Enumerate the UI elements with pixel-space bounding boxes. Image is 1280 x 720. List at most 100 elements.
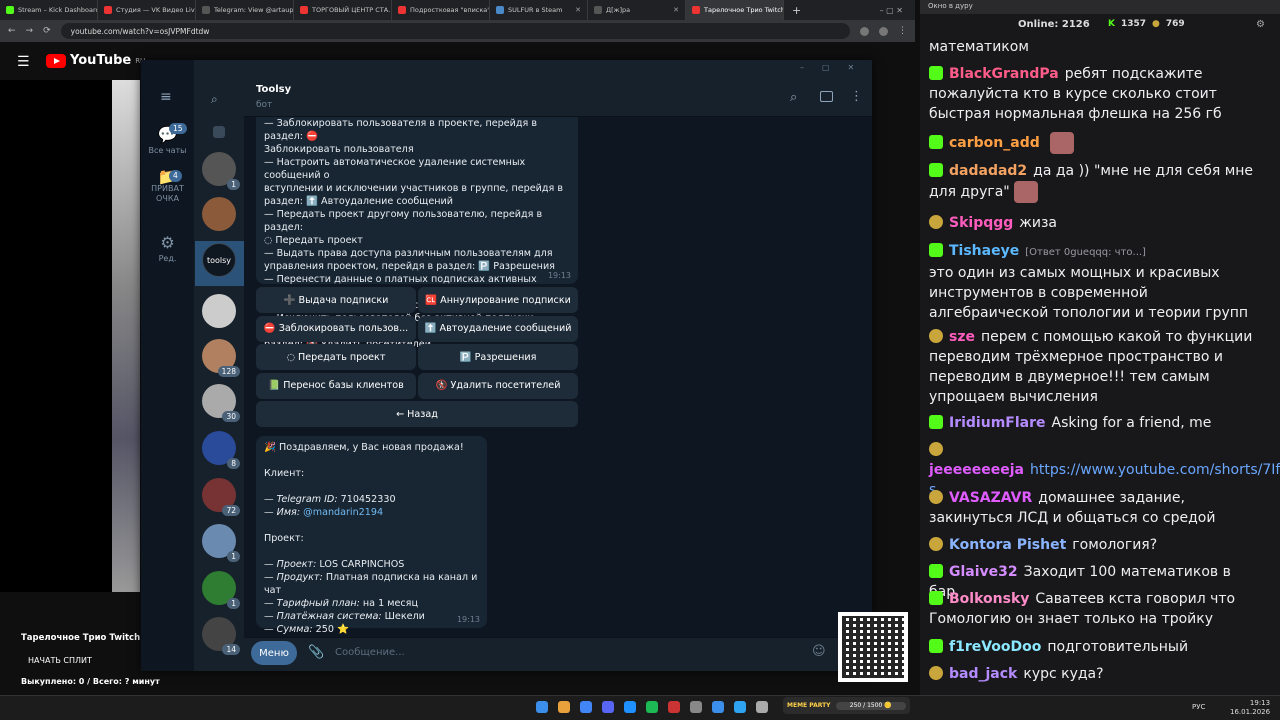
- taskbar-app-icon[interactable]: [536, 701, 548, 713]
- keyboard-button[interactable]: 🚷 Удалить посетителей: [418, 372, 578, 399]
- taskbar-app-icon[interactable]: [712, 701, 724, 713]
- message-line: — Выдать права доступа различным пользов…: [264, 248, 553, 259]
- settings-icon[interactable]: ⚙: [1256, 19, 1265, 30]
- close-icon[interactable]: ✕: [575, 6, 581, 14]
- taskbar-app-icon[interactable]: [690, 701, 702, 713]
- chat-username[interactable]: BlackGrandPa: [949, 66, 1059, 82]
- window-controls[interactable]: – ▢ ✕: [880, 6, 915, 15]
- bot-menu-button[interactable]: Меню: [251, 641, 297, 665]
- keyboard-button[interactable]: ➕ Выдача подписки: [256, 287, 416, 313]
- chat-username[interactable]: jeeeeeeeeja: [929, 462, 1024, 478]
- new-tab-button[interactable]: +: [784, 4, 809, 17]
- language-indicator[interactable]: РУС: [1192, 703, 1205, 711]
- chat-message: VASAZAVR домашнее задание, закинуться ЛСД…: [929, 488, 1261, 528]
- taskbar-app-icon[interactable]: [602, 701, 614, 713]
- folder-private[interactable]: 📁 4 ПРИВАТ ОЧКА: [141, 169, 194, 204]
- more-icon[interactable]: ⋮: [850, 89, 863, 104]
- taskbar-app-icon[interactable]: [558, 701, 570, 713]
- browser-tab[interactable]: SULFUR в Steam ✕: [490, 0, 588, 20]
- search-icon[interactable]: ⌕: [790, 90, 797, 105]
- chat-avatar[interactable]: 72: [202, 478, 240, 516]
- chat-title[interactable]: Toolsy: [256, 84, 291, 95]
- emoji-icon[interactable]: ☺: [812, 644, 826, 659]
- search-icon[interactable]: ⌕: [211, 92, 218, 107]
- window-controls[interactable]: –▢✕: [800, 63, 872, 72]
- chat-username[interactable]: Kontora Pishet: [949, 537, 1066, 553]
- chat-message: Skipqgg жиза: [929, 213, 1261, 233]
- kick-icon: K: [1108, 19, 1115, 29]
- keyboard-button[interactable]: 🆑 Аннулирование подписки: [418, 287, 578, 313]
- chat-username[interactable]: Skipqgg: [949, 215, 1013, 231]
- chat-avatar[interactable]: [202, 294, 236, 328]
- chat-username[interactable]: sze: [949, 329, 975, 345]
- hamburger-icon[interactable]: ≡: [160, 89, 172, 105]
- chat-avatar[interactable]: 8: [202, 431, 240, 469]
- chat-avatar[interactable]: 1: [202, 152, 240, 190]
- taskbar-app-icon[interactable]: [646, 701, 658, 713]
- chat-username[interactable]: VASAZAVR: [949, 490, 1032, 506]
- tab-favicon-icon: [692, 6, 700, 14]
- keyboard-button[interactable]: 🅿️ Разрешения: [418, 344, 578, 370]
- chat-username[interactable]: bad_jack: [949, 666, 1017, 682]
- tab-title: Студия — VK Видео Live: [116, 6, 196, 14]
- taskbar-app-icon[interactable]: [580, 701, 592, 713]
- taskbar-app-icon[interactable]: [756, 701, 768, 713]
- taskbar-app-icon[interactable]: [624, 701, 636, 713]
- menu-dots-icon[interactable]: ⋮: [898, 26, 907, 36]
- browser-tab[interactable]: Stream – Kick Dashboard✕: [0, 0, 98, 20]
- username-link[interactable]: @mandarin2194: [303, 507, 383, 518]
- chat-username[interactable]: f1reVooDoo: [949, 639, 1041, 655]
- chat-avatar[interactable]: 14: [202, 617, 240, 655]
- attach-icon[interactable]: 📎: [308, 645, 324, 660]
- chat-username[interactable]: IridiumFlare: [949, 415, 1046, 431]
- sidebar-toggle-icon[interactable]: [820, 91, 833, 102]
- chat-username[interactable]: Tishaeye: [949, 243, 1019, 259]
- chat-username[interactable]: dadadad2: [949, 163, 1027, 179]
- clock[interactable]: 19:13 16.01.2026: [1230, 699, 1270, 717]
- browser-tab[interactable]: Telegram: View @artaup✕: [196, 0, 294, 20]
- coin-icon: ●: [1152, 19, 1160, 29]
- saved-messages-icon[interactable]: [213, 126, 225, 138]
- keyboard-button[interactable]: ◌ Передать проект: [256, 344, 416, 370]
- chat-avatar[interactable]: 128: [202, 339, 240, 377]
- keyboard-button[interactable]: 📗 Перенос базы клиентов: [256, 372, 416, 399]
- keyboard-button[interactable]: ← Назад: [256, 401, 578, 427]
- chat-avatar[interactable]: [202, 197, 236, 231]
- keyboard-button[interactable]: ⬆️ Автоудаление сообщений: [418, 315, 578, 342]
- browser-tab[interactable]: Подростковая "вписка"…✕: [392, 0, 490, 20]
- browser-tab[interactable]: Тарелочное Трио Twitch✕: [686, 0, 784, 20]
- folder-all-chats[interactable]: 💬 15 Все чаты: [141, 123, 194, 155]
- reply-reference[interactable]: [Ответ 0gueqqq: что...]: [1025, 247, 1146, 258]
- menu-icon[interactable]: ☰: [17, 54, 30, 70]
- message-line: управления проектом, перейдя в раздел: 🅿…: [264, 261, 555, 272]
- taskbar-app-icon[interactable]: [668, 701, 680, 713]
- back-icon[interactable]: ←: [8, 26, 16, 36]
- tab-favicon-icon: [202, 6, 210, 14]
- browser-tab[interactable]: Студия — VK Видео Live✕: [98, 0, 196, 20]
- taskbar-app-icon[interactable]: [734, 701, 746, 713]
- close-icon[interactable]: ✕: [673, 6, 679, 14]
- chat-message: Bolkonsky Саватеев кста говорил что Гомол…: [929, 589, 1261, 629]
- extension-icon[interactable]: [860, 26, 869, 36]
- chat-username[interactable]: Glaive32: [949, 564, 1018, 580]
- message-input[interactable]: Сообщение...: [335, 647, 405, 658]
- browser-tab[interactable]: Д[ж]ра ✕: [588, 0, 686, 20]
- chat-username[interactable]: Bolkonsky: [949, 591, 1029, 607]
- extension-icon[interactable]: [879, 26, 888, 36]
- chat-text: гомология?: [1072, 537, 1158, 553]
- forward-icon[interactable]: →: [26, 26, 34, 36]
- chat-avatar[interactable]: 1: [202, 571, 240, 609]
- chat-avatar[interactable]: 1: [202, 524, 240, 562]
- chat-avatar[interactable]: 30: [202, 384, 240, 422]
- youtube-logo[interactable]: YouTubeRU: [46, 53, 145, 68]
- folder-edit[interactable]: ⚙ Ред.: [141, 233, 194, 263]
- keyboard-button[interactable]: ⛔ Заблокировать пользов...: [256, 315, 416, 342]
- chat-username[interactable]: carbon_add: [949, 135, 1040, 151]
- url-field[interactable]: youtube.com/watch?v=osJVPMFdtdw: [60, 23, 850, 39]
- browser-tab[interactable]: ТОРГОВЫЙ ЦЕНТР СТА…✕: [294, 0, 392, 20]
- viewer-stats: K 1357 ● 769: [1108, 19, 1185, 29]
- sale-heading: 🎉 Поздравляем, у Вас новая продажа!: [264, 442, 464, 453]
- reload-icon[interactable]: ⟳: [43, 26, 51, 36]
- chat-text: подготовительный: [1047, 639, 1189, 655]
- split-button[interactable]: НАЧАТЬ СПЛИТ: [28, 656, 92, 665]
